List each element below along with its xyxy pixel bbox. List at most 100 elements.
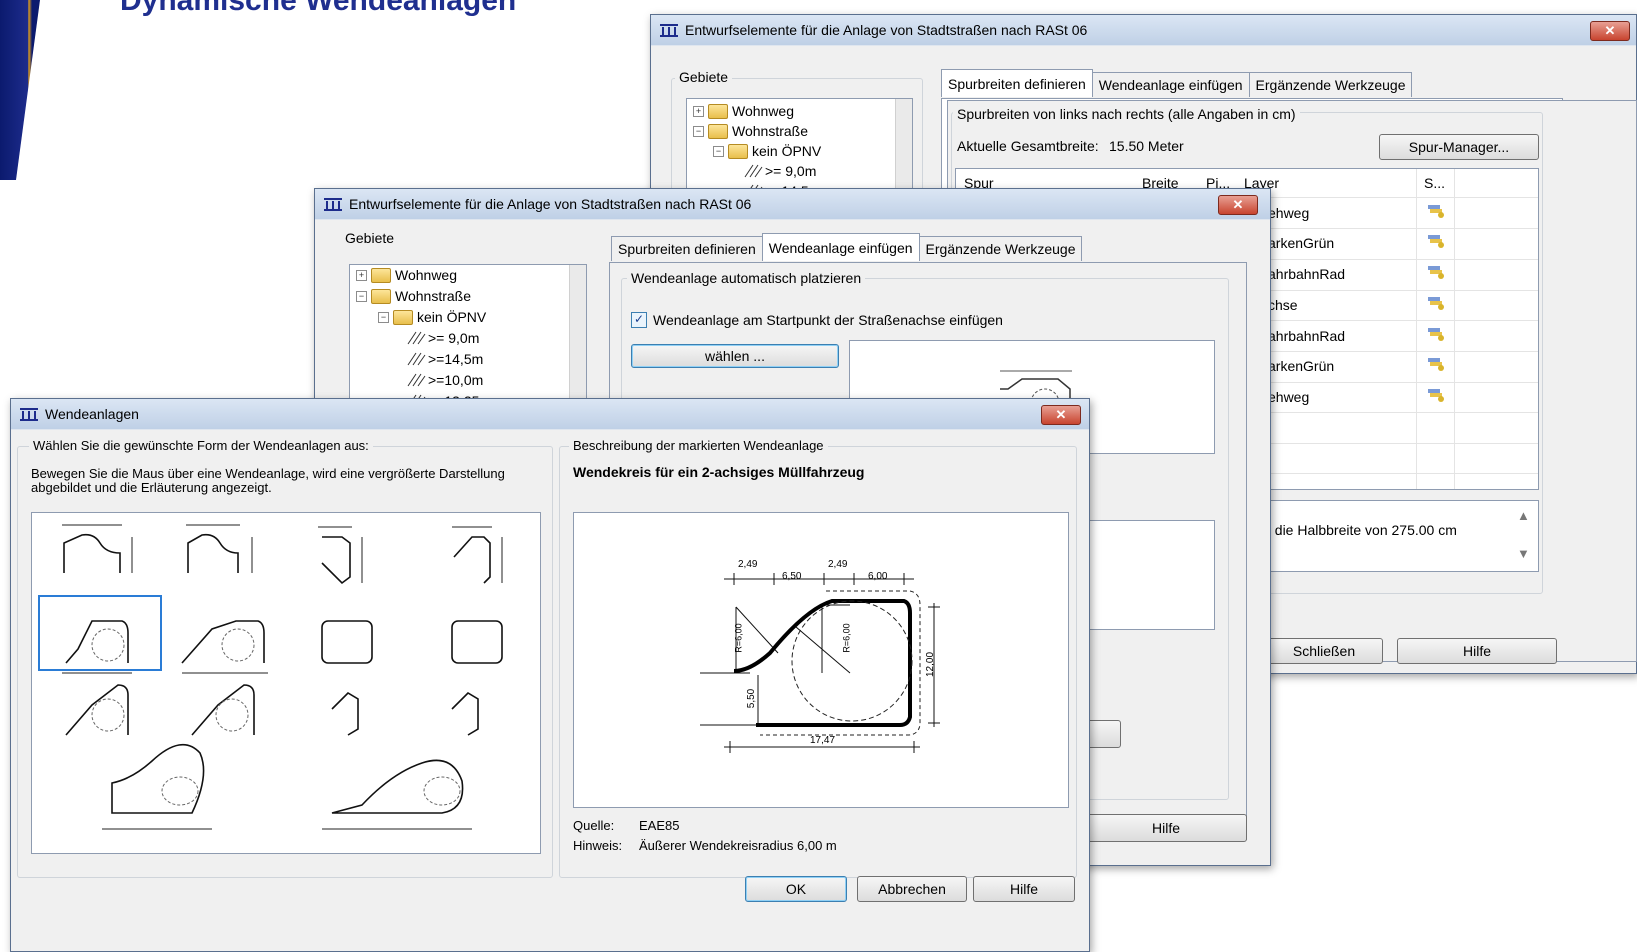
checkbox-check-icon[interactable]: ✓ (631, 312, 647, 328)
tab-werkzeuge[interactable]: Ergänzende Werkzeuge (1248, 72, 1413, 97)
tab-spurbreiten[interactable]: Spurbreiten definieren (941, 69, 1093, 97)
tab-wendeanlage[interactable]: Wendeanlage einfügen (761, 233, 920, 261)
dim-label-w: 17,47 (810, 735, 836, 746)
tree-scrollbar[interactable] (569, 265, 586, 405)
tree-node-wohnstrasse[interactable]: − Wohnstraße (356, 288, 471, 304)
dim-label-r1: R=6,00 (733, 623, 744, 653)
app-logo-icon (324, 198, 342, 211)
turn-circle (423, 776, 461, 806)
layer-state-icon[interactable] (1426, 387, 1446, 403)
turn-circle (221, 628, 255, 662)
spur-manager-button[interactable]: Spur-Manager... (1379, 134, 1539, 160)
tree-node-kein-oepnv[interactable]: − kein ÖPNV (713, 143, 821, 159)
back-window-titlebar[interactable]: Entwurfselemente für die Anlage von Stad… (651, 15, 1636, 45)
turning-area-outer (760, 590, 921, 736)
window-title: Wendeanlagen (45, 406, 139, 422)
ok-button[interactable]: OK (745, 876, 847, 902)
close-button[interactable]: ✕ (1041, 405, 1081, 425)
tile-4 (453, 536, 491, 584)
layer-cell[interactable]: ahrbahnRad (1268, 328, 1345, 344)
layer-state-icon[interactable] (1426, 264, 1446, 280)
close-dialog-button[interactable]: Schließen (1265, 638, 1383, 664)
dim-label-h2: 5,50 (746, 688, 758, 709)
selected-tile (38, 595, 162, 671)
area-tree[interactable]: + Wohnweg − Wohnstraße − kein ÖPNV >= 9,0m … (349, 264, 587, 406)
spurbreiten-label: Spurbreiten von links nach rechts (alle … (953, 106, 1300, 122)
dim-label-h1: 12,00 (925, 651, 937, 678)
hinweis-label: Hinweis: (573, 838, 623, 853)
tab-werkzeuge[interactable]: Ergänzende Werkzeuge (918, 236, 1083, 261)
layer-cell[interactable]: ehweg (1268, 205, 1309, 221)
tree-node-wohnstrasse[interactable]: − Wohnstraße (693, 123, 808, 139)
tree-node-10m[interactable]: >=10,0m (406, 372, 483, 388)
grid-col-line (1454, 169, 1455, 489)
gebiete-label: Gebiete (675, 69, 733, 85)
tree-scrollbar[interactable] (895, 99, 912, 199)
folder-icon (708, 103, 728, 119)
col-s[interactable]: S... (1424, 175, 1445, 191)
tile-3 (321, 536, 351, 585)
slide-decoration (0, 0, 40, 180)
tile-1 (63, 533, 121, 573)
dim-label-d1: 2,49 (738, 559, 758, 570)
dim-label-d3: 2,49 (828, 559, 848, 570)
tile-6 (181, 620, 265, 664)
help-button[interactable]: Hilfe (973, 876, 1075, 902)
tree-node-9m[interactable]: >= 9,0m (743, 163, 816, 179)
layer-cell[interactable]: chse (1268, 297, 1298, 313)
road-icon (407, 331, 426, 345)
tree-node-kein-oepnv[interactable]: − kein ÖPNV (378, 309, 486, 325)
tile-9 (65, 684, 129, 736)
tile-12 (451, 691, 479, 736)
turn-circle (91, 698, 125, 732)
help-button[interactable]: Hilfe (1397, 638, 1557, 664)
tile-14 (331, 759, 464, 814)
back-tabs: Spurbreiten definieren Wendeanlage einfü… (941, 69, 1413, 97)
dim-label-d2: 6,50 (782, 571, 802, 582)
app-logo-icon (20, 408, 38, 421)
tree-node-14-5m[interactable]: >=14,5m (406, 351, 483, 367)
layer-cell[interactable]: arkenGrün (1268, 358, 1334, 374)
insert-at-start-checkbox[interactable]: ✓ Wendeanlage am Startpunkt der Straßenac… (631, 312, 1003, 328)
grid-col-line (1416, 169, 1417, 489)
close-button[interactable]: ✕ (1590, 21, 1630, 41)
window-title: Entwurfselemente für die Anlage von Stad… (349, 196, 752, 212)
mid-window-titlebar[interactable]: Entwurfselemente für die Anlage von Stad… (315, 189, 1270, 219)
layer-cell[interactable]: ahrbahnRad (1268, 266, 1345, 282)
cancel-button[interactable]: Abbrechen (857, 876, 967, 902)
diagram-drawing (700, 573, 940, 753)
choose-button[interactable]: wählen ... (631, 344, 839, 368)
tab-wendeanlage[interactable]: Wendeanlage einfügen (1091, 72, 1250, 97)
layer-cell[interactable]: arkenGrün (1268, 235, 1334, 251)
gesamtbreite-value: 15.50 Meter (1109, 138, 1184, 154)
folder-icon (371, 288, 391, 304)
layer-state-icon[interactable] (1426, 203, 1446, 219)
tile-11 (331, 691, 359, 736)
folder-icon (708, 123, 728, 139)
layer-state-icon[interactable] (1426, 295, 1446, 311)
layer-state-icon[interactable] (1426, 233, 1446, 249)
tree-node-wohnweg[interactable]: + Wohnweg (693, 103, 794, 119)
tree-node-9m[interactable]: >= 9,0m (406, 330, 479, 346)
tree-node-wohnweg[interactable]: + Wohnweg (356, 267, 457, 283)
app-logo-icon (660, 24, 678, 37)
quelle-label: Quelle: (573, 818, 615, 833)
tile-8 (451, 620, 503, 664)
description-title: Wendekreis für ein 2-achsiges Müllfahrze… (573, 464, 865, 480)
road-icon (407, 373, 426, 387)
gallery-shapes (62, 524, 503, 830)
layer-state-icon[interactable] (1426, 356, 1446, 372)
area-tree[interactable]: + Wohnweg − Wohnstraße − kein ÖPNV >= 9,0m … (686, 98, 913, 200)
form-select-label: Wählen Sie die gewünschte Form der Wende… (29, 438, 373, 453)
info-scroll-down-icon[interactable]: ▼ (1517, 546, 1530, 561)
tile-7 (321, 620, 373, 664)
help-button[interactable]: Hilfe (1085, 814, 1247, 842)
close-button[interactable]: ✕ (1218, 195, 1258, 215)
dialog-titlebar[interactable]: Wendeanlagen (11, 399, 1089, 429)
info-scroll-up-icon[interactable]: ▲ (1517, 508, 1530, 523)
layer-cell[interactable]: ehweg (1268, 389, 1309, 405)
shape-gallery[interactable] (31, 512, 541, 854)
tab-spurbreiten[interactable]: Spurbreiten definieren (611, 236, 763, 261)
dim-label-r2: R=6,00 (841, 623, 852, 653)
layer-state-icon[interactable] (1426, 326, 1446, 342)
